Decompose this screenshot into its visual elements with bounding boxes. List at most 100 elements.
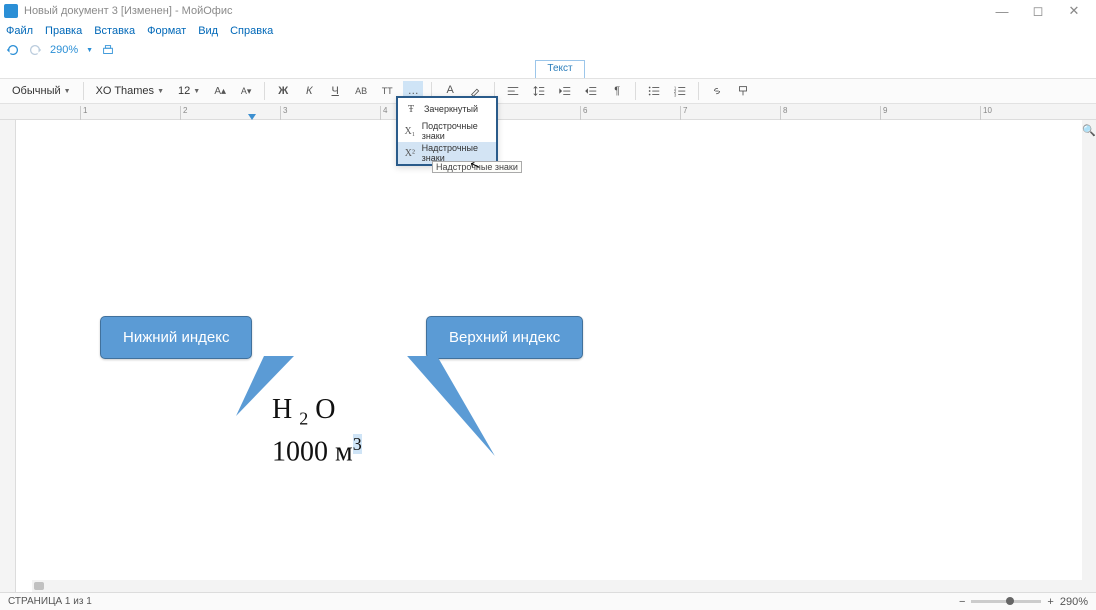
scroll-thumb[interactable] xyxy=(34,582,44,590)
menu-help[interactable]: Справка xyxy=(230,25,273,37)
document-content[interactable]: H 2 O 1000 м3 xyxy=(272,390,362,471)
size-value: 12 xyxy=(178,85,190,97)
dd-label: Зачеркнутый xyxy=(424,104,478,114)
line-spacing-button[interactable] xyxy=(529,81,549,101)
bullets-button[interactable] xyxy=(644,81,664,101)
zoom-slider[interactable] xyxy=(971,600,1041,603)
dd-label: Подстрочные знаки xyxy=(422,121,490,141)
dd-subscript[interactable]: X₁ Подстрочные знаки xyxy=(398,120,496,142)
zoom-thumb[interactable] xyxy=(1006,597,1014,605)
zoom-percent[interactable]: 290% xyxy=(1060,596,1088,608)
paint-format-button[interactable] xyxy=(733,81,753,101)
text-1000m: 1000 м xyxy=(272,436,353,467)
bold-button[interactable]: Ж xyxy=(273,81,293,101)
callout-label: Верхний индекс xyxy=(426,316,583,359)
tab-text[interactable]: Текст xyxy=(535,60,585,78)
ruler-tick: 1 xyxy=(80,106,87,121)
size-combo[interactable]: 12▼ xyxy=(174,81,204,101)
decrease-size-button[interactable]: A▾ xyxy=(236,81,256,101)
zoom-dropdown-icon[interactable]: ▼ xyxy=(86,47,93,54)
app-icon xyxy=(4,4,18,18)
find-icon[interactable]: 🔍 xyxy=(1082,124,1096,137)
print-icon[interactable] xyxy=(101,43,115,57)
window-title: Новый документ 3 [Изменен] - МойОфис xyxy=(24,5,984,17)
zoom-controls: − + 290% xyxy=(959,596,1088,608)
close-button[interactable]: ✕ xyxy=(1056,3,1092,19)
titlebar: Новый документ 3 [Изменен] - МойОфис — ◻… xyxy=(0,0,1096,22)
subscript-icon: X₁ xyxy=(404,126,416,137)
horizontal-scrollbar[interactable] xyxy=(32,580,1082,592)
separator xyxy=(264,82,265,100)
statusbar: СТРАНИЦА 1 из 1 − + 290% xyxy=(0,592,1096,610)
font-value: XO Thames xyxy=(96,85,155,97)
vertical-scrollbar[interactable]: 🔍 xyxy=(1082,120,1096,592)
page-area: H 2 O 1000 м3 Нижний индекс Верхний инде… xyxy=(16,120,1096,592)
horizontal-ruler[interactable]: 12345678910 xyxy=(0,104,1096,120)
menu-edit[interactable]: Правка xyxy=(45,25,82,37)
link-button[interactable] xyxy=(707,81,727,101)
menubar: Файл Правка Вставка Формат Вид Справка xyxy=(0,22,1096,40)
undo-icon[interactable] xyxy=(6,43,20,57)
increase-indent-button[interactable] xyxy=(581,81,601,101)
separator xyxy=(83,82,84,100)
redo-icon[interactable] xyxy=(28,43,42,57)
ribbon-tabs: Текст xyxy=(0,60,1096,78)
superscript-icon: X² xyxy=(404,148,416,159)
underline-button[interactable]: Ч xyxy=(325,81,345,101)
vertical-ruler[interactable] xyxy=(0,120,16,592)
ruler-tick: 3 xyxy=(280,106,287,121)
quick-access-toolbar: 290% ▼ xyxy=(0,40,1096,60)
text-H: H xyxy=(272,394,292,425)
superscript-3: 3 xyxy=(353,434,362,454)
increase-size-button[interactable]: A▴ xyxy=(210,81,230,101)
menu-file[interactable]: Файл xyxy=(6,25,33,37)
menu-view[interactable]: Вид xyxy=(198,25,218,37)
ruler-tick: 4 xyxy=(380,106,387,121)
callout-upper-index: Верхний индекс xyxy=(426,316,583,359)
ruler-tick: 8 xyxy=(780,106,787,121)
ruler-tick: 9 xyxy=(880,106,887,121)
subscript-2: 2 xyxy=(299,409,308,429)
ruler-tick: 2 xyxy=(180,106,187,121)
ruler-tick: 10 xyxy=(980,106,992,121)
menu-insert[interactable]: Вставка xyxy=(94,25,135,37)
separator xyxy=(635,82,636,100)
style-combo[interactable]: Обычный▼ xyxy=(8,81,75,101)
doc-line-2[interactable]: 1000 м3 xyxy=(272,432,362,472)
chevron-down-icon: ▼ xyxy=(64,88,71,95)
page-indicator[interactable]: СТРАНИЦА 1 из 1 xyxy=(8,596,92,607)
align-left-button[interactable] xyxy=(503,81,523,101)
doc-line-1[interactable]: H 2 O xyxy=(272,390,362,432)
callout-label: Нижний индекс xyxy=(100,316,252,359)
formatting-dropdown: Ŧ Зачеркнутый X₁ Подстрочные знаки X² На… xyxy=(396,96,498,166)
chevron-down-icon: ▼ xyxy=(193,88,200,95)
numbering-button[interactable]: 123 xyxy=(670,81,690,101)
ruler-tick: 7 xyxy=(680,106,687,121)
paragraph-button[interactable]: ¶ xyxy=(607,81,627,101)
document-page[interactable]: H 2 O 1000 м3 Нижний индекс Верхний инде… xyxy=(16,120,1096,592)
minimize-button[interactable]: — xyxy=(984,4,1020,19)
zoom-out-button[interactable]: − xyxy=(959,596,965,608)
workspace: H 2 O 1000 м3 Нижний индекс Верхний инде… xyxy=(0,120,1096,592)
font-combo[interactable]: XO Thames▼ xyxy=(92,81,168,101)
dd-strikethrough[interactable]: Ŧ Зачеркнутый xyxy=(398,98,496,120)
allcaps-button[interactable]: TT xyxy=(377,81,397,101)
decrease-indent-button[interactable] xyxy=(555,81,575,101)
svg-text:3: 3 xyxy=(674,92,677,97)
chevron-down-icon: ▼ xyxy=(157,88,164,95)
zoom-value[interactable]: 290% xyxy=(50,44,78,56)
text-O: O xyxy=(315,394,335,425)
callout-tail xyxy=(407,356,495,456)
smallcaps-button[interactable]: AB xyxy=(351,81,371,101)
separator xyxy=(698,82,699,100)
ruler-tick: 6 xyxy=(580,106,587,121)
toolbar: Обычный▼ XO Thames▼ 12▼ A▴ A▾ Ж К Ч AB T… xyxy=(0,78,1096,104)
menu-format[interactable]: Формат xyxy=(147,25,186,37)
callout-lower-index: Нижний индекс xyxy=(100,316,252,359)
maximize-button[interactable]: ◻ xyxy=(1020,3,1056,19)
italic-button[interactable]: К xyxy=(299,81,319,101)
strikethrough-icon: Ŧ xyxy=(404,104,418,115)
style-value: Обычный xyxy=(12,85,61,97)
zoom-in-button[interactable]: + xyxy=(1047,596,1053,608)
dd-label: Надстрочные знаки xyxy=(422,143,490,163)
